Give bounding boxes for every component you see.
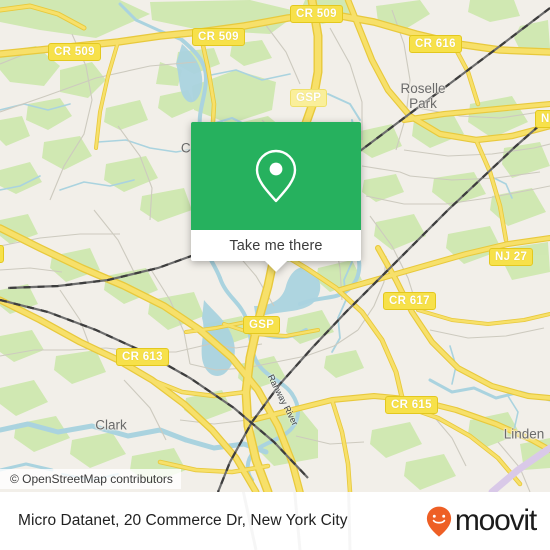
popup-card-tail — [265, 261, 287, 272]
road-shield-cr616[interactable]: CR 616 — [409, 35, 462, 54]
road-shield-cr617[interactable]: CR 617 — [383, 292, 436, 311]
take-me-there-button[interactable]: Take me there — [229, 238, 322, 254]
road-shield-gsp-south[interactable]: GSP — [243, 316, 281, 335]
road-shield-cr613[interactable]: CR 613 — [116, 348, 169, 367]
place-label-linden: Linden — [503, 426, 545, 442]
road-shield-gsp-north[interactable]: GSP — [290, 89, 328, 108]
place-label-line1: Roselle — [400, 80, 446, 96]
bottom-info-bar: Micro Datanet, 20 Commerce Dr, New York … — [0, 492, 550, 550]
road-shield-cr509-west[interactable]: CR 509 — [48, 43, 101, 62]
location-popup-card[interactable]: Take me there — [191, 122, 361, 272]
road-shield-cr615[interactable]: CR 615 — [385, 396, 438, 415]
road-shield-cr509-north[interactable]: CR 509 — [290, 5, 343, 24]
map-screenshot: Roselle Park Cr Clark Linden Rahway Rive… — [0, 0, 550, 550]
popup-card-footer[interactable]: Take me there — [191, 230, 361, 272]
popup-card-header — [191, 122, 361, 230]
location-title: Micro Datanet, 20 Commerce Dr, New York … — [18, 512, 348, 529]
osm-attribution[interactable]: © OpenStreetMap contributors — [0, 469, 181, 489]
map-pin-icon — [255, 149, 297, 203]
map-canvas[interactable]: Roselle Park Cr Clark Linden Rahway Rive… — [0, 0, 550, 492]
road-shield-clipped-west[interactable] — [0, 245, 4, 263]
road-shield-nj27-south[interactable]: NJ 27 — [489, 248, 534, 267]
road-shield-cr509-mid[interactable]: CR 509 — [192, 28, 245, 47]
place-label-clark: Clark — [95, 417, 127, 433]
moovit-logo[interactable]: moovit — [426, 504, 537, 538]
place-label-roselle-park: Roselle Park — [400, 81, 445, 111]
moovit-wordmark: moovit — [454, 504, 537, 537]
place-label-line2: Park — [409, 96, 437, 111]
moovit-smiley-pin-icon — [426, 506, 451, 537]
road-shield-nj27-east[interactable]: NJ 27 — [535, 110, 550, 129]
